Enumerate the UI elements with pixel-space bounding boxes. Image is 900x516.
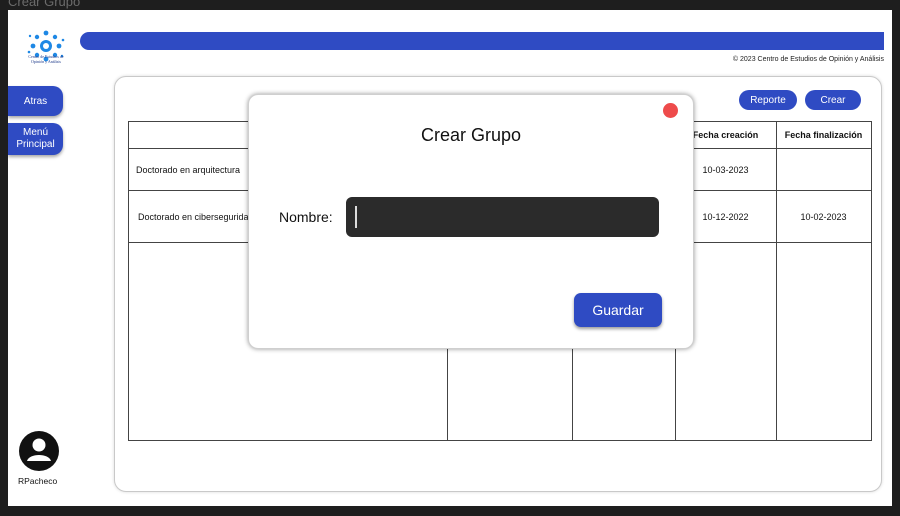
main-menu-button[interactable]: Menú Principal bbox=[8, 123, 63, 155]
app-canvas: Centro de Estudios de Opinión y Análisis… bbox=[8, 10, 892, 506]
frame-title: Crear Grupo bbox=[8, 0, 81, 9]
back-button[interactable]: Atras bbox=[8, 86, 63, 116]
save-button[interactable]: Guardar bbox=[574, 293, 662, 327]
logo-icon bbox=[27, 30, 65, 62]
header-cell-fecha-finalizacion[interactable]: Fecha finalización bbox=[776, 122, 871, 148]
username-label: RPacheco bbox=[18, 476, 58, 486]
close-icon[interactable] bbox=[663, 103, 678, 118]
report-button[interactable]: Reporte bbox=[739, 90, 797, 110]
nombre-input[interactable] bbox=[346, 197, 659, 237]
table-row-fecha-finalizacion: 10-02-2023 bbox=[800, 211, 847, 222]
modal-title: Crear Grupo bbox=[420, 125, 522, 145]
create-group-modal: Crear Grupo Nombre: Guardar bbox=[248, 94, 694, 349]
table-row-fecha-finalizacion bbox=[776, 149, 871, 190]
copyright-text: © 2023 Centro de Estudios de Opinión y A… bbox=[732, 56, 884, 63]
logo-text: Centro de Estudios de Opinión y Análisis bbox=[28, 54, 64, 64]
nombre-label: Nombre: bbox=[279, 209, 333, 225]
text-caret bbox=[355, 206, 357, 228]
header-bar bbox=[80, 32, 884, 50]
create-button[interactable]: Crear bbox=[805, 90, 861, 110]
user-avatar-icon[interactable] bbox=[18, 430, 60, 472]
